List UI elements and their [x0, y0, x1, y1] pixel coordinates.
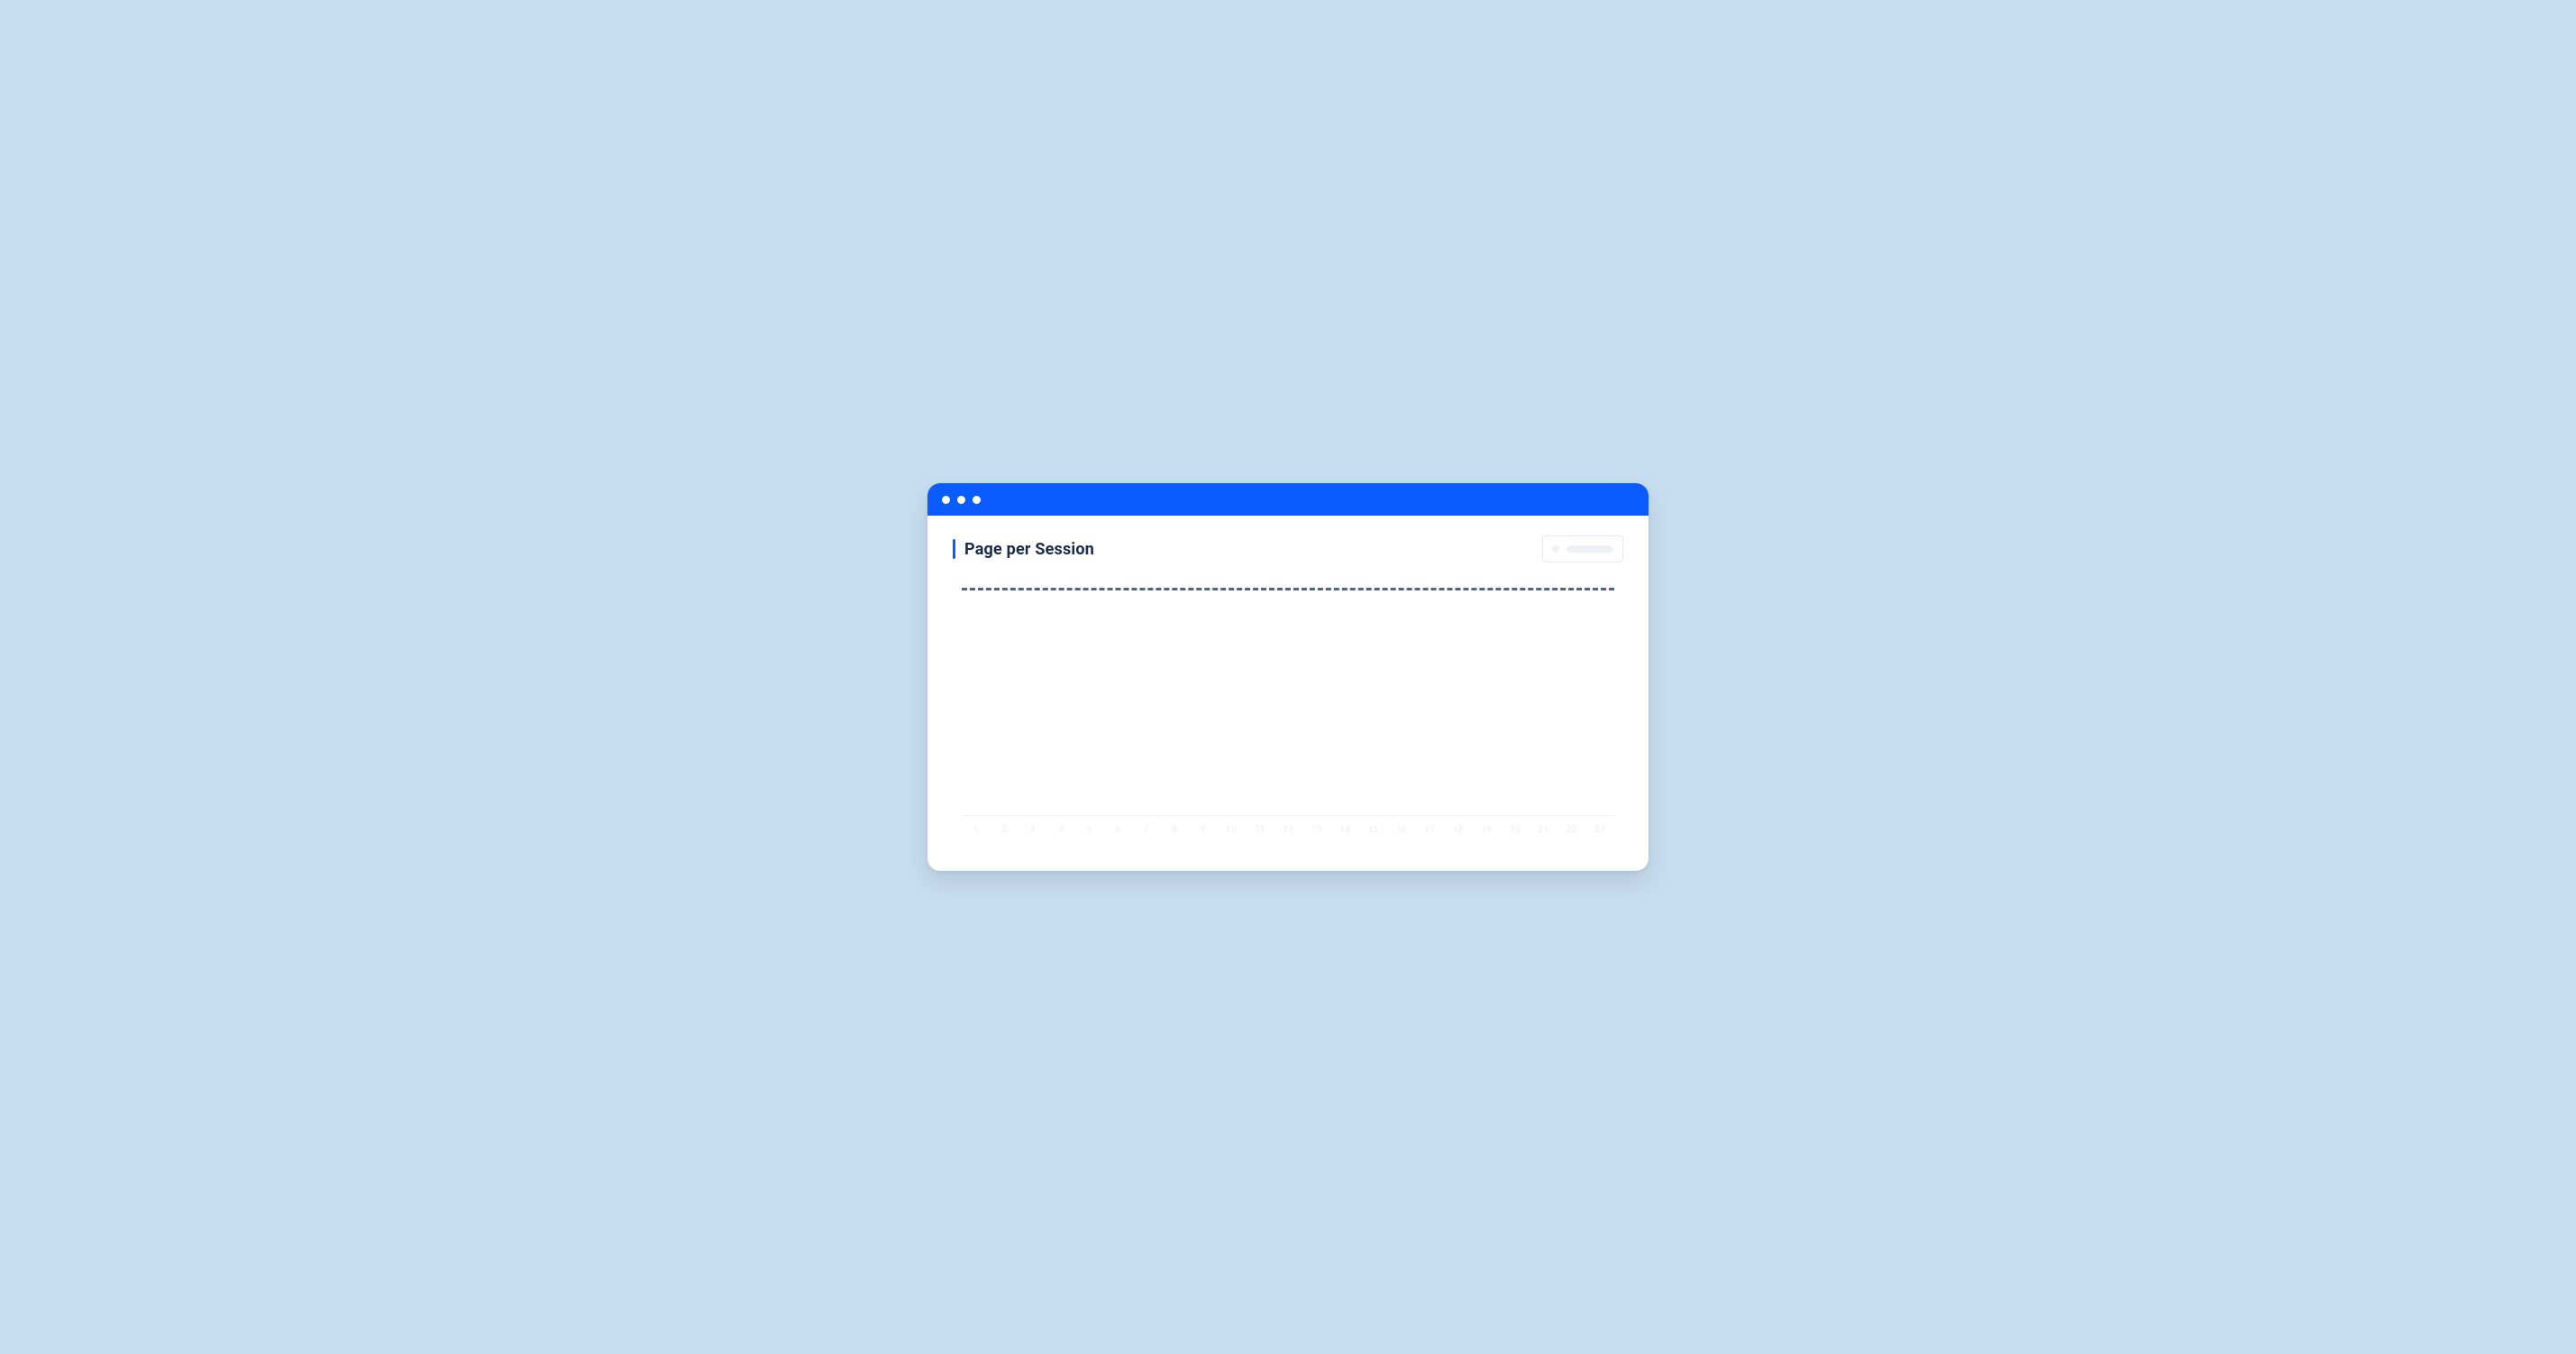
window-content: Page per Session 12345678910111213141516… [927, 516, 1649, 871]
x-axis-tick-label: 9 [1192, 825, 1213, 835]
x-axis-tick-label: 7 [1136, 825, 1156, 835]
x-axis-tick-label: 15 [1363, 825, 1384, 835]
window-titlebar [927, 483, 1649, 516]
window-control-close-icon[interactable] [942, 496, 950, 504]
x-axis-tick-label: 11 [1249, 825, 1270, 835]
x-axis-tick-label: 8 [1164, 825, 1184, 835]
x-axis-tick-label: 4 [1050, 825, 1071, 835]
x-axis-tick-label: 21 [1533, 825, 1554, 835]
x-axis-tick-label: 16 [1391, 825, 1411, 835]
x-axis-tick-label: 3 [1022, 825, 1043, 835]
x-axis-tick-label: 14 [1334, 825, 1355, 835]
placeholder-dot-icon [1552, 545, 1559, 553]
title-accent-bar [953, 539, 955, 559]
x-axis-labels: 1234567891011121314151617181920212223 [962, 825, 1614, 835]
x-axis-tick-label: 19 [1476, 825, 1497, 835]
header-action-button[interactable] [1542, 535, 1623, 563]
x-axis-tick-label: 23 [1590, 825, 1611, 835]
chart-bars [962, 568, 1614, 811]
x-axis-tick-label: 18 [1448, 825, 1468, 835]
x-axis-tick-label: 17 [1420, 825, 1440, 835]
window-control-minimize-icon[interactable] [957, 496, 965, 504]
x-axis-tick-label: 12 [1277, 825, 1298, 835]
x-axis-tick-label: 20 [1504, 825, 1525, 835]
x-axis-tick-label: 5 [1079, 825, 1100, 835]
title-group: Page per Session [953, 539, 1094, 559]
x-axis-tick-label: 13 [1306, 825, 1327, 835]
x-axis: 1234567891011121314151617181920212223 [962, 815, 1614, 847]
app-window: Page per Session 12345678910111213141516… [927, 483, 1649, 871]
x-axis-tick-label: 2 [993, 825, 1014, 835]
header-row: Page per Session [953, 535, 1623, 563]
x-axis-tick-label: 10 [1220, 825, 1241, 835]
x-axis-tick-label: 6 [1107, 825, 1128, 835]
window-control-maximize-icon[interactable] [973, 496, 981, 504]
chart-area: 1234567891011121314151617181920212223 [953, 568, 1623, 847]
chart-plot [962, 568, 1614, 811]
page-title: Page per Session [964, 540, 1094, 559]
placeholder-text-icon [1567, 545, 1613, 553]
x-axis-tick-label: 22 [1561, 825, 1582, 835]
x-axis-tick-label: 1 [965, 825, 986, 835]
